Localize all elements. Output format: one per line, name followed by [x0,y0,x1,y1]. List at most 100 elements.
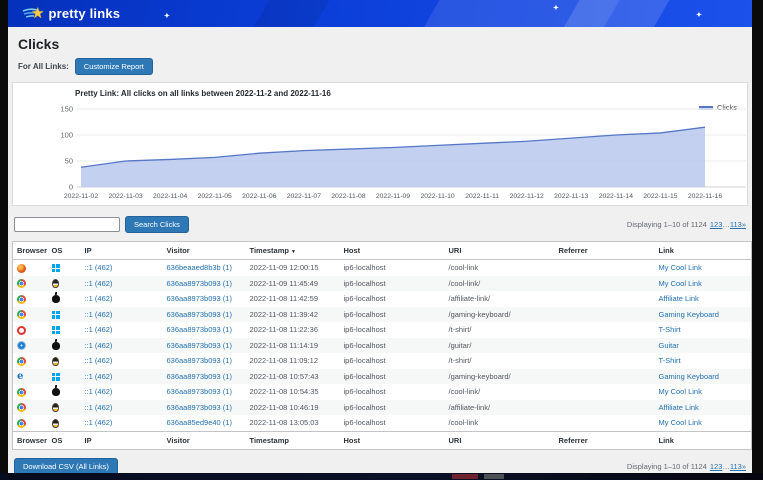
visitor-cell: 636aa8973b093 (1) [163,338,246,354]
link-cell-link[interactable]: My Cool Link [659,279,702,288]
clicks-area-fill [81,127,705,187]
link-cell: Guitar [655,338,752,354]
column-header-visitor[interactable]: Visitor [163,431,246,449]
visitor-cell-link[interactable]: 636aa8973b093 (1) [167,279,232,288]
column-header-ip[interactable]: IP [81,242,163,260]
timestamp-cell: 2022-11-09 11:45:49 [246,276,340,292]
ip-cell-link[interactable]: ::1 (462) [85,387,113,396]
link-cell-link[interactable]: T-Shirt [659,325,681,334]
ip-cell-link[interactable]: ::1 (462) [85,341,113,350]
visitor-cell-link[interactable]: 636aa8973b093 (1) [167,310,232,319]
referrer-cell [555,322,655,338]
visitor-cell-link[interactable]: 636aa8973b093 (1) [167,372,232,381]
column-header-os[interactable]: OS [48,242,81,260]
column-header-link[interactable]: Link [655,431,752,449]
chrome-icon [17,310,26,319]
uri-cell: /gaming-keyboard/ [445,369,555,385]
x-tick-label: 2022-11-04 [153,193,187,200]
browser-cell [13,415,48,431]
visitor-cell-link[interactable]: 636aa8973b093 (1) [167,403,232,412]
column-header-ip[interactable]: IP [81,431,163,449]
timestamp-cell: 2022-11-08 13:05:03 [246,415,340,431]
host-cell: ip6-localhost [340,400,445,416]
link-cell-link[interactable]: My Cool Link [659,387,702,396]
uri-cell: /cool-link [445,260,555,276]
taskbar-strip [0,473,763,480]
ip-cell-link[interactable]: ::1 (462) [85,403,113,412]
ip-cell: ::1 (462) [81,400,163,416]
host-cell: ip6-localhost [340,322,445,338]
page-link-113[interactable]: 113 [730,220,742,229]
logo-text: pretty links [48,6,120,21]
chrome-icon [17,419,26,428]
column-header-link[interactable]: Link [655,242,752,260]
y-tick-label: 0 [69,183,73,192]
column-header-referrer[interactable]: Referrer [555,242,655,260]
ip-cell-link[interactable]: ::1 (462) [85,372,113,381]
ip-cell: ::1 (462) [81,307,163,323]
os-cell [48,400,81,416]
x-tick-label: 2022-11-13 [554,193,588,200]
column-header-browser[interactable]: Browser [13,242,48,260]
visitor-cell-link[interactable]: 636beaaed8b3b (1) [167,263,232,272]
page-title: Clicks [12,34,748,58]
visitor-cell-link[interactable]: 636aa8973b093 (1) [167,341,232,350]
customize-report-button[interactable]: Customize Report [75,58,153,75]
link-cell-link[interactable]: Gaming Keyboard [659,310,719,319]
link-cell-link[interactable]: T-Shirt [659,356,681,365]
search-clicks-button[interactable]: Search Clicks [125,216,189,233]
table-footer-header: BrowserOSIPVisitorTimestampHostURIReferr… [13,431,752,449]
link-cell: My Cool Link [655,260,752,276]
link-cell-link[interactable]: Affiliate Link [659,294,699,303]
x-tick-label: 2022-11-14 [599,193,633,200]
timestamp-cell: 2022-11-08 10:57:43 [246,369,340,385]
column-header-referrer[interactable]: Referrer [555,431,655,449]
column-header-timestamp[interactable]: Timestamp▼ [246,242,340,260]
ip-cell-link[interactable]: ::1 (462) [85,294,113,303]
x-tick-label: 2022-11-09 [376,193,410,200]
y-tick-label: 50 [65,157,73,166]
column-header-host[interactable]: Host [340,431,445,449]
link-cell-link[interactable]: Affiliate Link [659,403,699,412]
ip-cell-link[interactable]: ::1 (462) [85,310,113,319]
link-cell: T-Shirt [655,322,752,338]
ip-cell: ::1 (462) [81,369,163,385]
displaying-text: Displaying 1–10 of 1124 [627,462,707,471]
column-header-host[interactable]: Host [340,242,445,260]
screen: ✦ ✦ ✦ ★ pretty links Clicks For All Link… [0,0,763,480]
browser-cell [13,276,48,292]
visitor-cell-link[interactable]: 636aa8973b093 (1) [167,387,232,396]
search-input[interactable] [14,217,120,232]
visitor-cell-link[interactable]: 636aa8973b093 (1) [167,294,232,303]
edge-icon: e [17,372,23,381]
os-cell [48,307,81,323]
ip-cell-link[interactable]: ::1 (462) [85,418,113,427]
visitor-cell-link[interactable]: 636aa8973b093 (1) [167,325,232,334]
ip-cell-link[interactable]: ::1 (462) [85,263,113,272]
page-link-»[interactable]: » [742,220,746,229]
visitor-cell-link[interactable]: 636aa8973b093 (1) [167,356,232,365]
column-header-uri[interactable]: URI [445,242,555,260]
ip-cell-link[interactable]: ::1 (462) [85,356,113,365]
visitor-cell: 636aa8973b093 (1) [163,291,246,307]
ip-cell-link[interactable]: ::1 (462) [85,279,113,288]
link-cell-link[interactable]: My Cool Link [659,263,702,272]
page-link-»[interactable]: » [742,462,746,471]
column-header-uri[interactable]: URI [445,431,555,449]
ip-cell-link[interactable]: ::1 (462) [85,325,113,334]
link-cell-link[interactable]: My Cool Link [659,418,702,427]
linux-icon [52,419,59,428]
column-header-visitor[interactable]: Visitor [163,242,246,260]
visitor-cell: 636aa8973b093 (1) [163,369,246,385]
page-link-113[interactable]: 113 [730,462,742,471]
column-header-browser[interactable]: Browser [13,431,48,449]
link-cell-link[interactable]: Guitar [659,341,679,350]
safari-icon [17,341,26,350]
column-header-os[interactable]: OS [48,431,81,449]
visitor-cell-link[interactable]: 636aa85ed9e40 (1) [167,418,232,427]
browser-cell: e [13,369,48,385]
link-cell-link[interactable]: Gaming Keyboard [659,372,719,381]
clicks-chart-panel: Pretty Link: All clicks on all links bet… [12,82,748,206]
download-csv-button[interactable]: Download CSV (All Links) [14,458,118,473]
column-header-timestamp[interactable]: Timestamp [246,431,340,449]
